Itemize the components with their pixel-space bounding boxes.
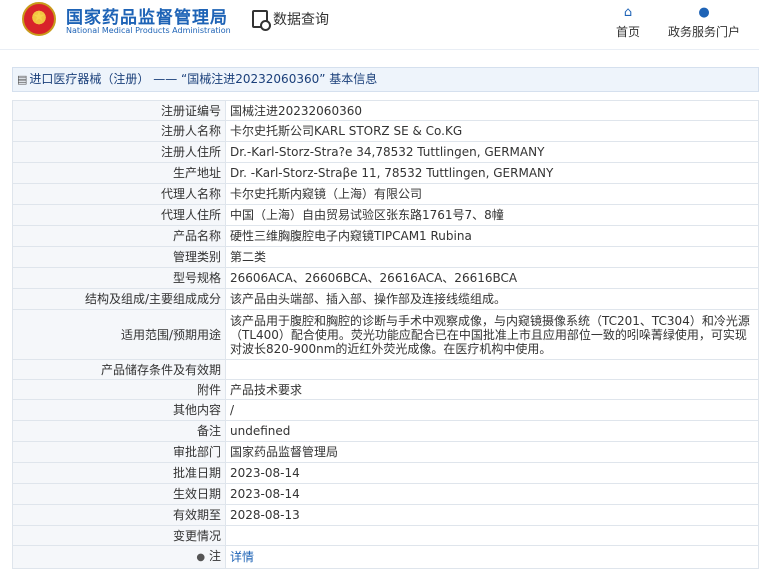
row-value: undefined — [225, 420, 759, 442]
row-label: 批准日期 — [12, 462, 226, 484]
home-icon: ⌂ — [623, 5, 633, 20]
user-icon: ● — [698, 5, 710, 20]
row-value: 产品技术要求 — [225, 379, 759, 400]
row-value: 2028-08-13 — [225, 504, 759, 526]
row-value: / — [225, 399, 759, 421]
row-label: 结构及组成/主要组成成分 — [12, 288, 226, 310]
table-row: 型号规格 26606ACA、26606BCA、26616ACA、26616BCA — [12, 267, 759, 289]
national-emblem-icon — [22, 2, 56, 36]
table-row: 产品储存条件及有效期 — [12, 359, 759, 380]
row-value — [225, 525, 759, 546]
row-value: 该产品用于腹腔和胸腔的诊断与手术中观察成像，与内窥镜摄像系统（TC201、TC3… — [225, 309, 759, 360]
registration-info-table: 注册证编号 国械注进20232060360 注册人名称 卡尔史托斯公司KARL … — [12, 100, 759, 569]
row-value: 中国（上海）自由贸易试验区张东路1761号7、8幢 — [225, 204, 759, 226]
row-label: 注册人名称 — [12, 120, 226, 142]
table-row: 注册人名称 卡尔史托斯公司KARL STORZ SE & Co.KG — [12, 120, 759, 142]
nav-gov-portal[interactable]: ● 政务服务门户 — [664, 4, 744, 40]
row-value: Dr. -Karl-Storz-Straβe 11, 78532 Tuttlin… — [225, 162, 759, 184]
table-row: 管理类别 第二类 — [12, 246, 759, 268]
table-row: 变更情况 — [12, 525, 759, 546]
table-row: 结构及组成/主要组成成分 该产品由头端部、插入部、操作部及连接线缆组成。 — [12, 288, 759, 310]
page-title-bar: ▤ 进口医疗器械（注册） —— “国械注进20232060360” 基本信息 — [12, 67, 759, 92]
document-icon: ▤ — [17, 73, 28, 86]
row-value — [225, 359, 759, 380]
row-label: 有效期至 — [12, 504, 226, 526]
table-row: 代理人住所 中国（上海）自由贸易试验区张东路1761号7、8幢 — [12, 204, 759, 226]
row-value: 国家药品监督管理局 — [225, 441, 759, 463]
row-label: 适用范围/预期用途 — [12, 309, 226, 360]
site-header: 国家药品监督管理局 National Medical Products Admi… — [0, 0, 759, 50]
row-value: 2023-08-14 — [225, 483, 759, 505]
row-label: 审批部门 — [12, 441, 226, 463]
table-row: 有效期至 2028-08-13 — [12, 504, 759, 526]
org-name-en: National Medical Products Administration — [66, 26, 231, 35]
row-value: 2023-08-14 — [225, 462, 759, 484]
table-row: 适用范围/预期用途 该产品用于腹腔和胸腔的诊断与手术中观察成像，与内窥镜摄像系统… — [12, 309, 759, 360]
page-title: 进口医疗器械（注册） —— “国械注进20232060360” 基本信息 — [29, 72, 378, 86]
row-label: 产品储存条件及有效期 — [12, 359, 226, 380]
data-query-icon[interactable] — [252, 10, 271, 31]
table-row: 生效日期 2023-08-14 — [12, 483, 759, 505]
row-label: 注册人住所 — [12, 141, 226, 163]
table-row: 生产地址 Dr. -Karl-Storz-Straβe 11, 78532 Tu… — [12, 162, 759, 184]
table-row: 注册人住所 Dr.-Karl-Storz-Stra?e 34,78532 Tut… — [12, 141, 759, 163]
row-value: 第二类 — [225, 246, 759, 268]
org-name-cn[interactable]: 国家药品监督管理局 — [66, 3, 228, 28]
table-row: 附件 产品技术要求 — [12, 379, 759, 400]
table-row: 审批部门 国家药品监督管理局 — [12, 441, 759, 463]
row-label: 附件 — [12, 379, 226, 400]
row-value: 国械注进20232060360 — [225, 100, 759, 121]
row-value: 该产品由头端部、插入部、操作部及连接线缆组成。 — [225, 288, 759, 310]
row-label: 代理人名称 — [12, 183, 226, 205]
row-value: 硬性三维胸腹腔电子内窥镜TIPCAM1 Rubina — [225, 225, 759, 247]
info-icon: ● — [196, 552, 206, 563]
table-row: 注册证编号 国械注进20232060360 — [12, 100, 759, 121]
row-label: 其他内容 — [12, 399, 226, 421]
note-value-cell: 详情 — [225, 545, 759, 569]
nav-gov-portal-label: 政务服务门户 — [667, 25, 740, 39]
row-label: 生效日期 — [12, 483, 226, 505]
row-label: 管理类别 — [12, 246, 226, 268]
row-label: 变更情况 — [12, 525, 226, 546]
row-value: 卡尔史托斯内窥镜（上海）有限公司 — [225, 183, 759, 205]
table-row: 批准日期 2023-08-14 — [12, 462, 759, 484]
nav-home-label: 首页 — [615, 25, 640, 39]
row-value: 26606ACA、26606BCA、26616ACA、26616BCA — [225, 267, 759, 289]
nav-home[interactable]: ⌂ 首页 — [608, 4, 648, 40]
table-row: ● 注 详情 — [12, 545, 759, 569]
row-label: 备注 — [12, 420, 226, 442]
note-label-cell: ● 注 — [12, 545, 226, 569]
row-label: 型号规格 — [12, 267, 226, 289]
row-label: 注册证编号 — [12, 100, 226, 121]
row-label: 代理人住所 — [12, 204, 226, 226]
row-value: 卡尔史托斯公司KARL STORZ SE & Co.KG — [225, 120, 759, 142]
data-query-label[interactable]: 数据查询 — [273, 9, 329, 29]
table-row: 产品名称 硬性三维胸腹腔电子内窥镜TIPCAM1 Rubina — [12, 225, 759, 247]
table-row: 其他内容 / — [12, 399, 759, 421]
table-row: 代理人名称 卡尔史托斯内窥镜（上海）有限公司 — [12, 183, 759, 205]
row-label: 产品名称 — [12, 225, 226, 247]
note-label: 注 — [208, 549, 221, 563]
details-link[interactable]: 详情 — [230, 550, 254, 564]
row-label: 生产地址 — [12, 162, 226, 184]
table-row: 备注 undefined — [12, 420, 759, 442]
row-value: Dr.-Karl-Storz-Stra?e 34,78532 Tuttlinge… — [225, 141, 759, 163]
